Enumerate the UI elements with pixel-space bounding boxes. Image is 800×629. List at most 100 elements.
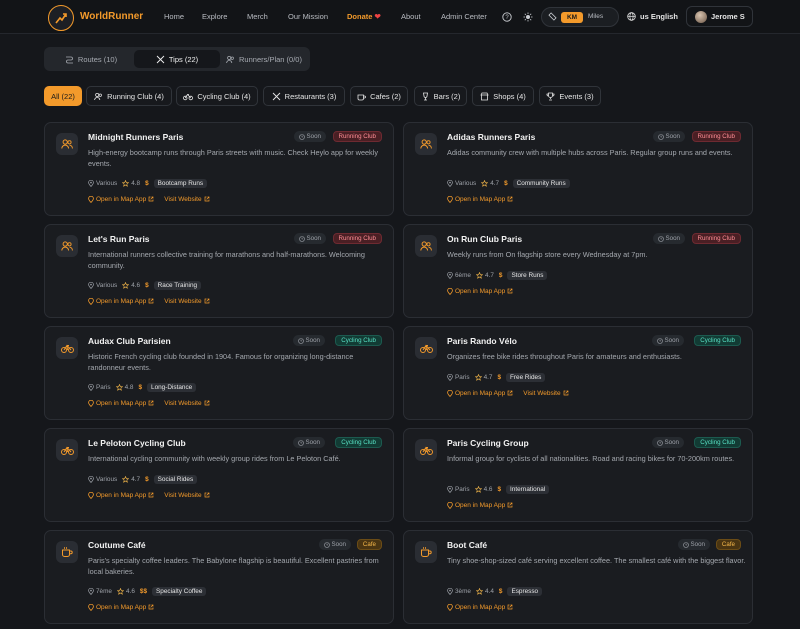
tip-card[interactable]: Paris Cycling Group Soon Cycling Club In… <box>403 428 753 522</box>
filter-cafes[interactable]: Cafes (2) <box>350 86 408 106</box>
tip-card[interactable]: Midnight Runners Paris Soon Running Club… <box>44 122 394 216</box>
nav-donate[interactable]: Donate ❤ <box>347 12 381 21</box>
rating-value: 4.8 <box>124 384 134 391</box>
nav-admin-center[interactable]: Admin Center <box>441 12 487 21</box>
open-map-link[interactable]: Open in Map App <box>447 287 513 295</box>
open-map-link[interactable]: Open in Map App <box>88 399 154 407</box>
tip-card[interactable]: Coutume Café Soon Cafe Paris's specialty… <box>44 530 394 624</box>
external-link-icon <box>507 502 513 508</box>
card-links: Open in Map App Visit Website <box>88 490 210 500</box>
filter-events[interactable]: Events (3) <box>539 86 601 106</box>
tip-card[interactable]: Boot Café Soon Cafe Tiny shoe-shop-sized… <box>403 530 753 624</box>
visit-website-link[interactable]: Visit Website <box>164 492 209 499</box>
location-pin-icon <box>447 374 453 381</box>
rating-value: 4.7 <box>485 272 494 279</box>
price-level: $ <box>145 282 149 289</box>
tip-card[interactable]: Let's Run Paris Soon Running Club Intern… <box>44 224 394 318</box>
location-pin-icon <box>447 486 453 493</box>
soon-label: Soon <box>665 235 680 242</box>
nav-explore[interactable]: Explore <box>202 12 227 21</box>
soon-label: Soon <box>305 337 320 344</box>
star-icon <box>122 282 130 289</box>
map-pin-icon <box>447 195 453 203</box>
tools-icon <box>156 55 165 63</box>
nav-merch[interactable]: Merch <box>247 12 268 21</box>
open-map-link[interactable]: Open in Map App <box>88 297 154 305</box>
nav-our-mission[interactable]: Our Mission <box>288 12 328 21</box>
location: 6ème <box>447 272 471 279</box>
rating: 4.6 <box>474 486 492 493</box>
users-icon <box>415 235 437 257</box>
soon-badge: Soon <box>292 335 325 346</box>
unit-toggle[interactable]: KM Miles <box>541 7 619 27</box>
location: Various <box>88 476 117 483</box>
language-selector[interactable]: us English <box>627 12 678 21</box>
tip-card[interactable]: Audax Club Parisien Soon Cycling Club Hi… <box>44 326 394 420</box>
map-pin-icon <box>88 399 94 407</box>
clock-icon <box>297 337 304 344</box>
price-level: $ <box>497 374 502 381</box>
tab-runners-label: Runners/Plan (0/0) <box>239 54 302 64</box>
filter-bars[interactable]: Bars (2) <box>414 86 467 106</box>
soon-label: Soon <box>664 439 679 446</box>
soon-label: Soon <box>306 235 321 242</box>
open-map-link[interactable]: Open in Map App <box>88 195 154 203</box>
unit-km-option[interactable]: KM <box>561 12 583 23</box>
filter-all[interactable]: All (22) <box>44 86 82 106</box>
soon-badge: Soon <box>293 233 326 244</box>
visit-website-link[interactable]: Visit Website <box>523 390 568 397</box>
clock-icon <box>656 337 663 344</box>
location-pin-icon <box>88 180 94 187</box>
user-menu[interactable]: Jerome S <box>686 6 753 27</box>
star-icon <box>474 486 482 493</box>
category-badge: Running Club <box>691 131 741 142</box>
card-description: Historic French cycling club founded in … <box>88 352 354 372</box>
brand-name[interactable]: WorldRunner <box>80 11 143 22</box>
tab-tips[interactable]: Tips (22) <box>134 50 220 68</box>
bike-icon <box>56 337 78 359</box>
star-icon <box>476 272 483 279</box>
theme-sun-icon[interactable] <box>522 11 534 23</box>
nav-home[interactable]: Home <box>164 12 184 21</box>
open-map-link[interactable]: Open in Map App <box>88 491 154 499</box>
external-link-icon <box>507 390 513 396</box>
external-link-icon <box>148 196 154 202</box>
open-map-link[interactable]: Open in Map App <box>447 389 513 397</box>
visit-website-link[interactable]: Visit Website <box>164 298 209 305</box>
nav-about[interactable]: About <box>401 12 421 21</box>
open-map-link[interactable]: Open in Map App <box>447 195 513 203</box>
filter-shops[interactable]: Shops (4) <box>472 86 534 106</box>
map-pin-icon <box>447 501 453 509</box>
card-links: Open in Map App Visit Website <box>88 398 210 408</box>
visit-website-label: Visit Website <box>164 297 202 305</box>
card-description: High-energy bootcamp runs through Paris … <box>88 148 378 168</box>
clock-icon <box>657 235 664 242</box>
tip-card[interactable]: On Run Club Paris Soon Running Club Week… <box>403 224 753 318</box>
open-map-link[interactable]: Open in Map App <box>447 603 513 611</box>
bike-icon <box>183 93 194 100</box>
open-map-link[interactable]: Open in Map App <box>88 603 154 611</box>
tip-card[interactable]: Adidas Runners Paris Soon Running Club A… <box>403 122 753 216</box>
card-title: Let's Run Paris <box>88 234 150 244</box>
open-map-link[interactable]: Open in Map App <box>447 501 513 509</box>
tab-routes[interactable]: Routes (10) <box>48 50 134 68</box>
filter-events-label: Events (3) <box>559 91 594 101</box>
tip-card[interactable]: Le Peloton Cycling Club Soon Cycling Clu… <box>44 428 394 522</box>
rating-value: 4.6 <box>126 588 135 595</box>
filter-restaurants[interactable]: Restaurants (3) <box>263 86 345 106</box>
filter-running-club[interactable]: Running Club (4) <box>86 86 172 106</box>
visit-website-link[interactable]: Visit Website <box>164 196 209 203</box>
category-badge: Cycling Club <box>694 437 741 448</box>
tab-runners-plan[interactable]: Runners/Plan (0/0) <box>220 50 308 68</box>
help-icon[interactable]: ? <box>501 11 513 23</box>
filter-cycling-club[interactable]: Cycling Club (4) <box>176 86 258 106</box>
visit-website-link[interactable]: Visit Website <box>164 400 209 407</box>
users-icon <box>415 133 437 155</box>
tip-card[interactable]: Paris Rando Vélo Soon Cycling Club Organ… <box>403 326 753 420</box>
logo-icon[interactable] <box>48 5 74 31</box>
unit-miles-option[interactable]: Miles <box>588 13 603 20</box>
filter-shops-label: Shops (4) <box>493 91 526 101</box>
card-meta: 6ème 4.7 $ Store Runs <box>447 270 548 281</box>
location: Various <box>447 180 476 187</box>
rating-value: 4.7 <box>131 476 141 483</box>
